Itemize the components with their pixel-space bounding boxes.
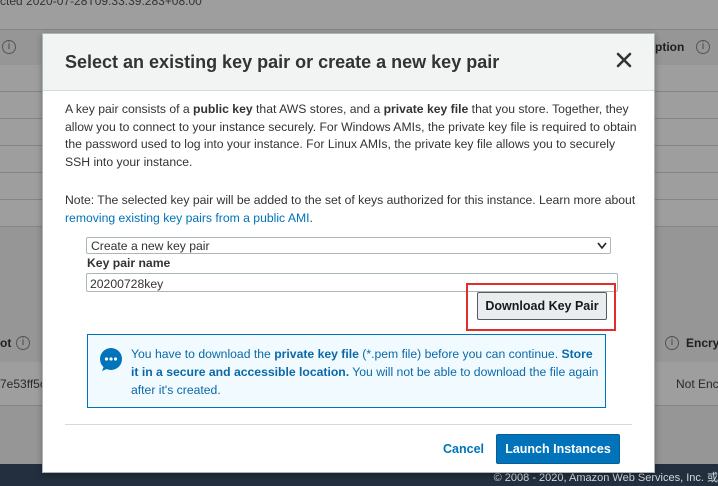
dialog-title: Select an existing key pair or create a …: [65, 52, 500, 72]
key-pair-select-value: Create a new key pair: [91, 239, 210, 253]
chevron-down-icon: [597, 242, 607, 250]
key-pair-select[interactable]: Create a new key pair: [86, 237, 611, 254]
close-icon[interactable]: [615, 51, 633, 69]
launch-instances-button[interactable]: Launch Instances: [496, 434, 620, 464]
chat-bubble-icon: [100, 348, 122, 371]
key-pair-name-label: Key pair name: [87, 256, 171, 270]
download-key-pair-button[interactable]: Download Key Pair: [477, 292, 607, 320]
cancel-button[interactable]: Cancel: [443, 442, 484, 456]
dialog-header: Select an existing key pair or create a …: [43, 34, 654, 91]
key-pair-dialog: Select an existing key pair or create a …: [42, 33, 655, 473]
intro-paragraph: A key pair consists of a public key that…: [65, 102, 637, 169]
info-alert: You have to download the private key fil…: [87, 334, 606, 408]
dialog-divider: [65, 424, 632, 425]
note-paragraph: Note: The selected key pair will be adde…: [65, 193, 636, 225]
info-message: You have to download the private key fil…: [131, 347, 599, 397]
remove-key-pairs-link[interactable]: removing existing key pairs from a publi…: [65, 211, 310, 225]
